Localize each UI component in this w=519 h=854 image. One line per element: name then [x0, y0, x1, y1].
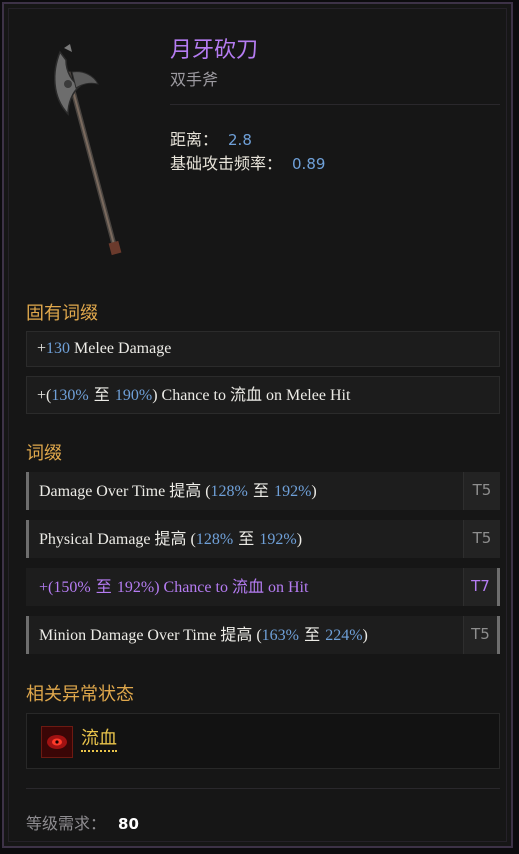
ailment-link-bleed[interactable]: 流血 [81, 728, 117, 752]
affix-text: Damage Over Time [39, 483, 170, 500]
affix-value: 224% [325, 627, 363, 644]
item-type: 双手斧 [170, 70, 219, 89]
affix-text: 流血 [229, 385, 262, 404]
requirement-label: 等级需求： [26, 814, 107, 833]
affix-value: 128% [195, 531, 234, 548]
affix-text: ( [186, 531, 196, 548]
affix-text: ( [201, 483, 211, 500]
affix-text: on Melee Hit [261, 387, 351, 404]
affix-text: +( [39, 579, 54, 596]
affix-text: 提高 [154, 529, 187, 548]
affix-text: + [37, 340, 47, 357]
stat-label: 基础攻击频率： [170, 154, 283, 173]
tier-badge: T7 [463, 568, 500, 606]
affix-value: 192% [259, 531, 297, 548]
affix-value: 128% [210, 483, 248, 500]
divider [26, 788, 500, 789]
stat-value: 0.89 [292, 155, 326, 173]
stat-value: 2.8 [228, 131, 252, 149]
affix-value: 130 [46, 340, 71, 357]
affix-text: ( [252, 627, 262, 644]
requirement-value: 80 [118, 815, 139, 833]
tier-badge: T5 [463, 520, 500, 558]
stat-label: 距离： [170, 130, 219, 149]
affix-line: Minion Damage Over Time 提高 (163% 至 224%)… [26, 616, 500, 654]
tier-badge: T5 [463, 472, 500, 510]
affix-text: Physical Damage [39, 531, 155, 548]
divider [170, 104, 500, 105]
implicit-line: +130 Melee Damage [26, 331, 500, 367]
affix-value: 192% [116, 579, 155, 596]
affix-text: 至 [233, 529, 260, 548]
affix-text: ) Chance to [152, 387, 230, 404]
axe-icon [54, 44, 122, 256]
bleed-icon [41, 726, 73, 758]
ailment-panel: 流血 [26, 713, 500, 769]
affix-text: ) [311, 483, 317, 500]
affix-text: 至 [299, 625, 326, 644]
affix-text: 至 [247, 481, 275, 500]
affix-text: 至 [90, 577, 117, 596]
affix-text: Melee Damage [70, 340, 172, 357]
item-name: 月牙砍刀 [170, 38, 259, 63]
affix-text: +( [37, 387, 52, 404]
affix-text: 提高 [169, 481, 202, 500]
affix-text: ) Chance to [154, 579, 232, 596]
affix-text: Minion Damage Over Time [39, 627, 221, 644]
affix-text: 流血 [231, 577, 264, 596]
item-tooltip: 月牙砍刀 双手斧 距离： 2.8 基础攻击频率： 0.89 固有词缀 +130 Me… [2, 2, 513, 848]
affix-line: Damage Over Time 提高 (128% 至 192%) T5 [26, 472, 500, 510]
affix-value: 130% [51, 387, 89, 404]
affix-value: 150% [53, 579, 91, 596]
affix-value: 163% [261, 627, 299, 644]
implicit-line: +(130% 至 190%) Chance to 流血 on Melee Hit [26, 376, 500, 414]
affixes-title: 词缀 [26, 443, 62, 464]
stat-attack-rate: 基础攻击频率： 0.89 [170, 150, 325, 174]
ailments-title: 相关异常状态 [26, 684, 134, 705]
affix-text: ) [362, 627, 368, 644]
level-requirement: 等级需求： 80 [26, 810, 139, 834]
affix-text: 提高 [220, 625, 253, 644]
stat-range: 距离： 2.8 [170, 126, 252, 150]
affix-value: 192% [274, 483, 312, 500]
affix-value: 190% [114, 387, 153, 404]
affix-line: Physical Damage 提高 (128% 至 192%) T5 [26, 520, 500, 558]
affix-text: 至 [88, 385, 115, 404]
affix-text: on Hit [263, 579, 309, 596]
affix-line: +(150% 至 192%) Chance to 流血 on Hit T7 [26, 568, 500, 606]
implicit-title: 固有词缀 [26, 303, 98, 324]
affix-text: ) [296, 531, 303, 548]
tier-badge: T5 [463, 616, 500, 654]
